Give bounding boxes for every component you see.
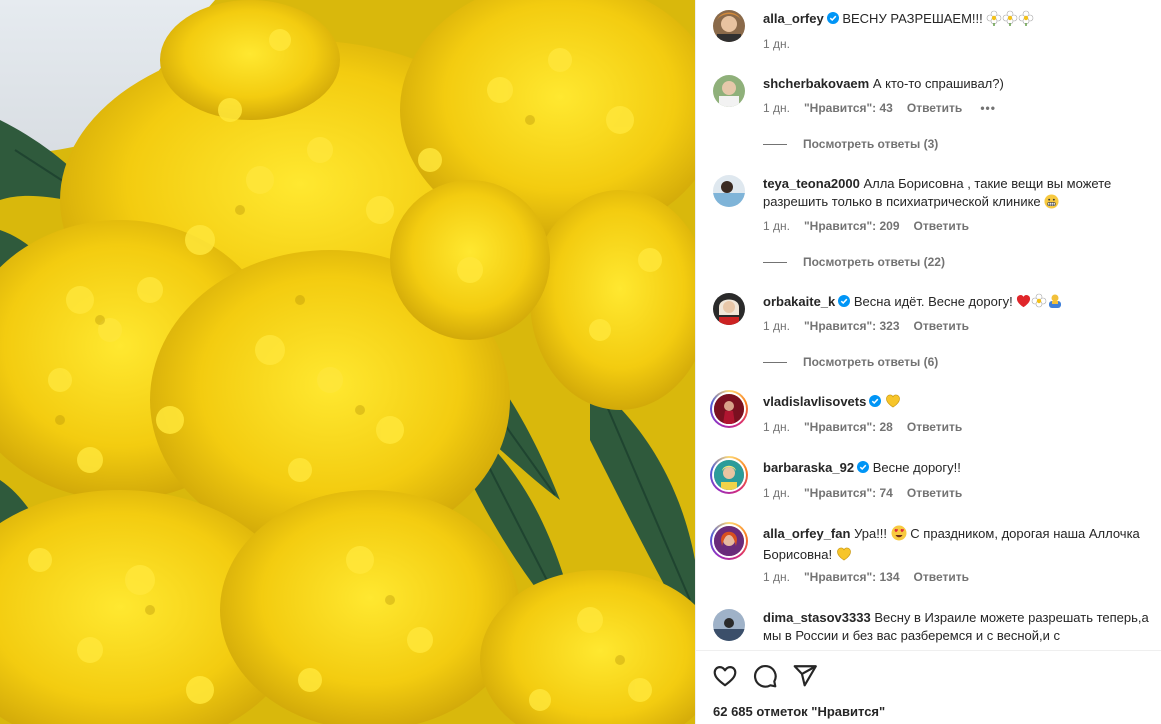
comment-likes[interactable]: "Нравится": 209 <box>804 219 900 233</box>
comment-time: 1 дн. <box>763 420 790 434</box>
comment-likes[interactable]: "Нравится": 323 <box>804 319 900 333</box>
comment-text: Ура!!! <box>854 526 888 541</box>
avatar[interactable] <box>713 175 745 207</box>
reply-button[interactable]: Ответить <box>907 486 962 500</box>
view-replies-label: Посмотреть ответы (6) <box>803 355 939 369</box>
flower-emoji-icon <box>1031 293 1047 314</box>
comments-panel: alla_orfey ВЕСНУ РАЗРЕШАЕМ!!! 1 дн. shch… <box>695 0 1161 724</box>
avatar[interactable] <box>713 609 745 641</box>
post-action-bar: 62 685 отметок "Нравится" <box>696 650 1161 724</box>
comment-username[interactable]: alla_orfey_fan <box>763 526 850 541</box>
comment-likes[interactable]: "Нравится": 43 <box>804 101 893 115</box>
comment-meta: 1 дн. <box>763 37 804 51</box>
view-replies-label: Посмотреть ответы (22) <box>803 255 945 269</box>
comment-time: 1 дн. <box>763 486 790 500</box>
comment-text: Весне дорогу!! <box>872 460 961 475</box>
reply-button[interactable]: Ответить <box>914 570 969 584</box>
avatar[interactable] <box>710 390 748 428</box>
reply-button[interactable]: Ответить <box>914 319 969 333</box>
comment-username[interactable]: barbaraska_92 <box>763 460 854 475</box>
avatar[interactable] <box>713 293 745 325</box>
divider-line <box>763 144 787 146</box>
comment-time: 1 дн. <box>763 219 790 233</box>
heart-outline-icon[interactable] <box>712 663 738 689</box>
avatar[interactable] <box>710 522 748 560</box>
comment-meta: 1 дн. "Нравится": 323 Ответить <box>763 319 983 333</box>
verified-badge-icon <box>838 295 851 307</box>
avatar[interactable] <box>713 75 745 107</box>
red-heart-emoji-icon <box>1016 294 1031 314</box>
comment-text: ВЕСНУ РАЗРЕШАЕМ!!! <box>842 11 983 26</box>
yellow-heart-emoji-icon <box>885 394 901 414</box>
view-replies-button[interactable]: Посмотреть ответы (6) <box>763 355 938 369</box>
comment-list[interactable]: alla_orfey ВЕСНУ РАЗРЕШАЕМ!!! 1 дн. shch… <box>696 0 1161 650</box>
mimosa-photo <box>0 0 695 724</box>
comment-time: 1 дн. <box>763 101 790 115</box>
comment-bubble-icon[interactable] <box>752 663 778 689</box>
view-replies-button[interactable]: Посмотреть ответы (3) <box>763 137 938 151</box>
heart-eyes-emoji-icon <box>891 525 907 546</box>
view-replies-label: Посмотреть ответы (3) <box>803 137 939 151</box>
yellow-heart-emoji-icon <box>836 547 852 567</box>
comment-text: А кто-то спрашивал?) <box>872 76 1004 91</box>
view-replies-button[interactable]: Посмотреть ответы (22) <box>763 255 945 269</box>
paper-plane-icon[interactable] <box>792 663 818 689</box>
verified-badge-icon <box>869 395 882 407</box>
comment-meta: 1 дн. "Нравится": 209 Ответить <box>763 219 983 233</box>
verified-badge-icon <box>857 461 870 473</box>
comment-likes[interactable]: "Нравится": 74 <box>804 486 893 500</box>
comment-username[interactable]: dima_stasov3333 <box>763 610 871 625</box>
comment-username[interactable]: orbakaite_k <box>763 294 835 309</box>
flower-emoji-icon <box>1018 10 1034 31</box>
comment-meta: 1 дн. "Нравится": 28 Ответить <box>763 420 976 434</box>
verified-badge-icon <box>826 12 839 24</box>
comment-username[interactable]: teya_teona2000 <box>763 176 860 191</box>
comment-username[interactable]: vladislavlisovets <box>763 394 866 409</box>
flower-emoji-icon <box>1002 10 1018 31</box>
reply-button[interactable]: Ответить <box>907 101 962 115</box>
comment-text: Весна идёт. Весне дорогу! <box>853 294 1013 309</box>
comment-time: 1 дн. <box>763 37 790 51</box>
avatar[interactable] <box>710 456 748 494</box>
divider-line <box>763 262 787 264</box>
comment-time: 1 дн. <box>763 319 790 333</box>
comment-meta: 1 дн. "Нравится": 74 Ответить <box>763 486 976 500</box>
divider-line <box>763 362 787 364</box>
reply-button[interactable]: Ответить <box>907 420 962 434</box>
post-likes-count[interactable]: 62 685 отметок "Нравится" <box>713 704 885 719</box>
flower-emoji-icon <box>986 10 1002 31</box>
post-photo[interactable] <box>0 0 695 724</box>
comment-username[interactable]: alla_orfey <box>763 11 824 26</box>
comment-meta: 1 дн. "Нравится": 43 Ответить ••• <box>763 101 1010 115</box>
comment-username[interactable]: shcherbakovaem <box>763 76 869 91</box>
comment-meta: 1 дн. "Нравится": 134 Ответить <box>763 570 983 584</box>
comment-likes[interactable]: "Нравится": 28 <box>804 420 893 434</box>
bow-emoji-icon <box>1047 293 1063 314</box>
comment-likes[interactable]: "Нравится": 134 <box>804 570 900 584</box>
reply-button[interactable]: Ответить <box>914 219 969 233</box>
more-options-icon[interactable]: ••• <box>980 101 996 115</box>
avatar[interactable] <box>713 10 745 42</box>
comment-time: 1 дн. <box>763 570 790 584</box>
grimace-emoji-icon <box>1044 194 1059 214</box>
